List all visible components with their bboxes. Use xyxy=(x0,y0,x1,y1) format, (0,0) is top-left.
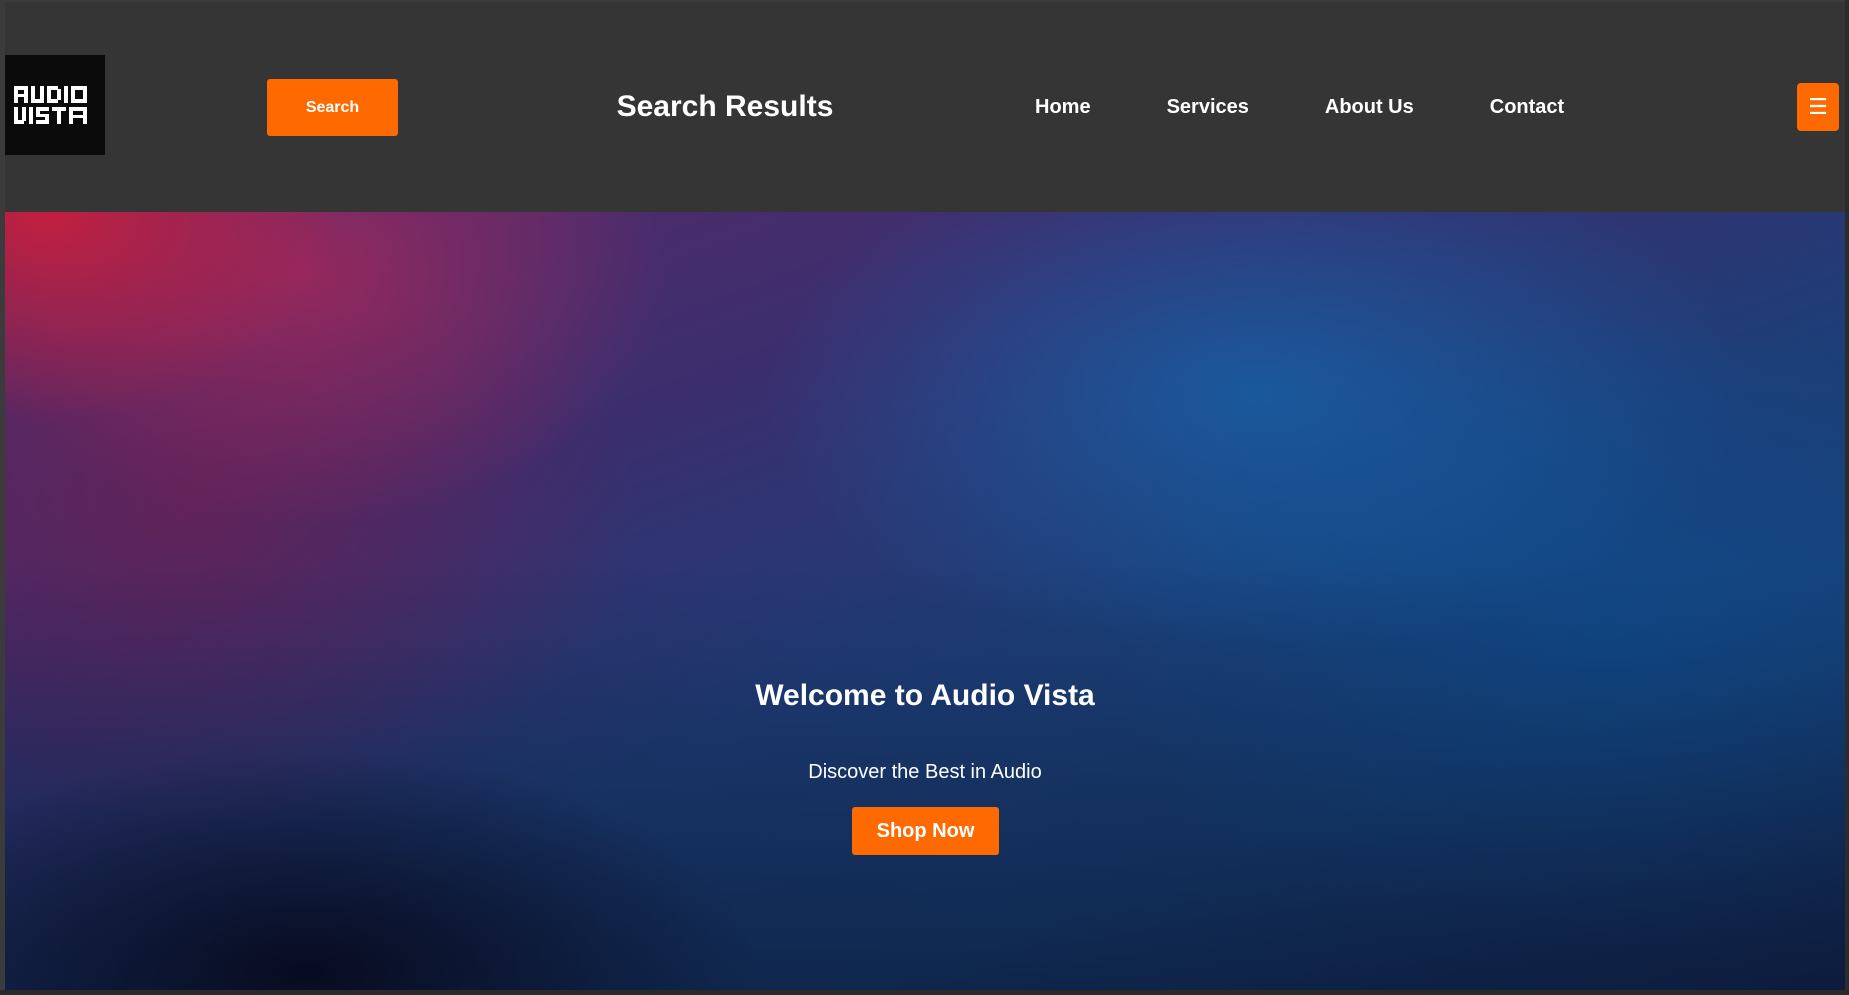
page: Search Search Results Home Services Abou… xyxy=(5,2,1845,990)
nav-link-services[interactable]: Services xyxy=(1167,96,1249,119)
search-button[interactable]: Search xyxy=(267,79,398,136)
nav-link-home[interactable]: Home xyxy=(1035,96,1091,119)
window-bottom-border xyxy=(0,990,1849,995)
nav-link-about-us[interactable]: About Us xyxy=(1325,96,1414,119)
hero-subtitle: Discover the Best in Audio xyxy=(808,761,1042,783)
logo-wordmark-icon xyxy=(5,55,105,155)
audio-vista-logo[interactable] xyxy=(5,55,105,155)
hero-background-overlay xyxy=(5,212,1845,990)
shop-now-button[interactable]: Shop Now xyxy=(852,807,999,855)
page-title: Search Results xyxy=(616,90,834,123)
site-header: Search Search Results Home Services Abou… xyxy=(5,2,1845,212)
browser-frame: Search Search Results Home Services Abou… xyxy=(0,0,1849,995)
hero-title: Welcome to Audio Vista xyxy=(755,679,1095,712)
window-right-border xyxy=(1845,0,1849,995)
menu-toggle-button[interactable]: ☰ xyxy=(1797,83,1839,131)
nav-link-contact[interactable]: Contact xyxy=(1490,96,1564,119)
hero-section: Welcome to Audio Vista Discover the Best… xyxy=(5,212,1845,990)
main-nav: Home Services About Us Contact xyxy=(1035,92,1640,122)
hamburger-menu-icon: ☰ xyxy=(1808,94,1828,119)
